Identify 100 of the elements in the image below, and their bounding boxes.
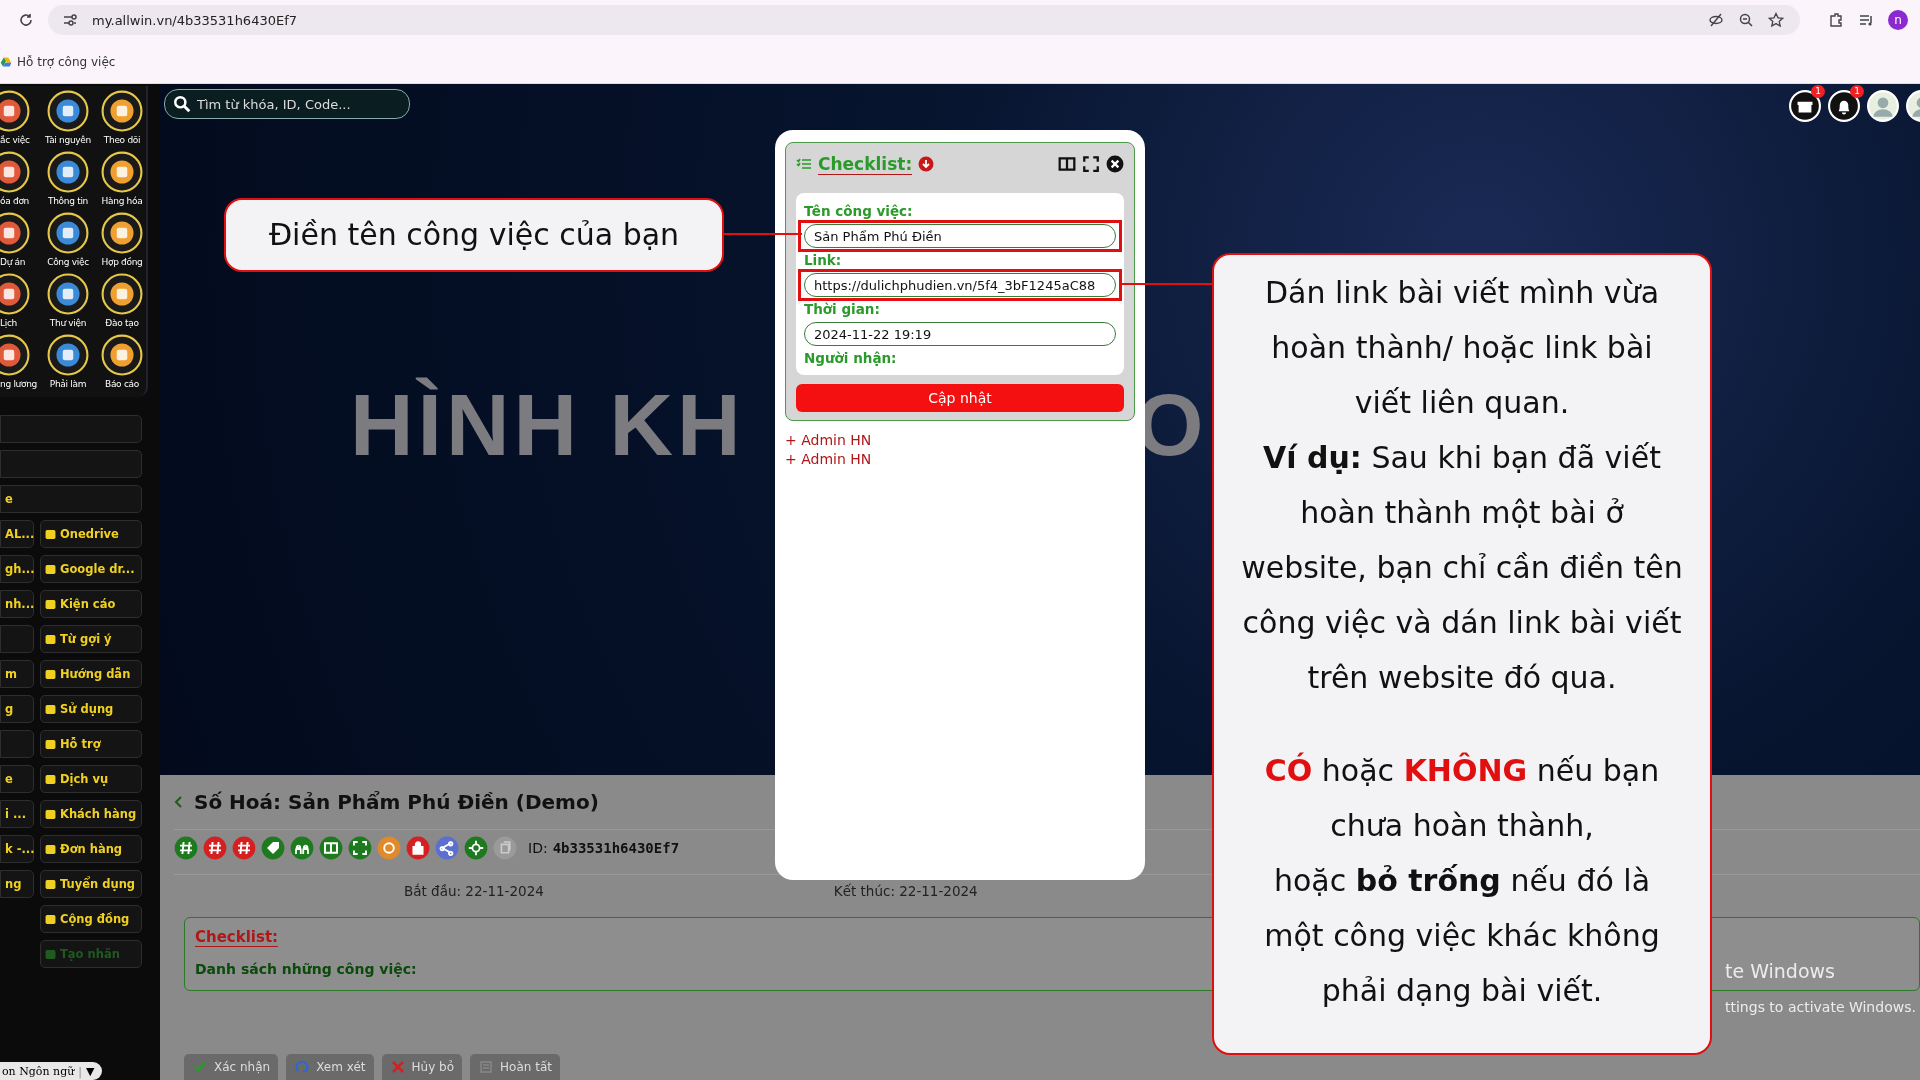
circle-app-icon[interactable] (47, 90, 89, 132)
tag-icon[interactable] (261, 836, 285, 860)
task-id: 4b33531h6430Ef7 (552, 840, 680, 856)
menu-item[interactable]: Sử dụng (40, 695, 142, 723)
input-field[interactable]: https://dulichphudien.vn/5f4_3bF1245aC88 (804, 273, 1116, 297)
circle-app-icon[interactable] (0, 273, 30, 315)
app-label: Thư viện (49, 318, 87, 328)
hash-icon[interactable] (232, 836, 256, 860)
circle-app-icon[interactable] (0, 212, 30, 254)
avatar-icon[interactable] (1867, 90, 1899, 122)
close-icon[interactable] (1106, 155, 1124, 173)
search-field[interactable]: Tìm từ khóa, ID, Code... (164, 89, 410, 119)
activation-notice: ttings to activate Windows. (1725, 999, 1916, 1015)
bookmark-link[interactable]: Hỗ trợ công việc (0, 54, 116, 69)
menu-item[interactable]: e (0, 485, 142, 513)
update-button[interactable]: Cập nhật (796, 384, 1124, 412)
circle-app-icon[interactable] (101, 90, 143, 132)
circle-app-icon[interactable] (47, 273, 89, 315)
circle-app-icon[interactable] (47, 151, 89, 193)
menu-item[interactable]: Tuyển dụng (40, 870, 142, 898)
menu-item[interactable]: e (0, 765, 34, 793)
menu-item[interactable]: gh... (0, 555, 34, 583)
action-button[interactable]: Xác nhận (184, 1054, 279, 1080)
task-title: Số Hoá: Sản Phẩm Phú Điền (Demo) (194, 790, 599, 814)
circle-app-icon[interactable] (101, 151, 143, 193)
square-icon (45, 668, 56, 680)
activation-notice: te Windows (1725, 960, 1835, 982)
menu-item[interactable]: ng (0, 870, 34, 898)
menu-item[interactable]: Kiện cáo (40, 590, 142, 618)
square-icon (45, 808, 56, 820)
columns-icon[interactable] (1058, 155, 1076, 173)
reload-icon[interactable] (18, 12, 34, 28)
expand-icon[interactable] (348, 836, 372, 860)
star-icon[interactable] (1768, 12, 1784, 28)
separator: | (78, 1064, 82, 1078)
input-field[interactable]: 2024-11-22 19:19 (804, 322, 1116, 346)
callout-text: Ví dụ: Sau khi bạn đã viết hoàn thành một bài ở website, bạn chỉ cần điền tên công việc và dán link bài viết trên website đó qua. (1240, 439, 1684, 697)
menu-item[interactable]: Cộng đồng (40, 905, 142, 933)
cross-icon (389, 1059, 406, 1075)
app-label: Công việc (47, 257, 89, 267)
menu-item[interactable]: AL... (0, 520, 34, 548)
recipient-link[interactable]: + Admin HN (785, 432, 872, 448)
end-date: Kết thúc: 22-11-2024 (833, 883, 978, 899)
circle-app-icon[interactable] (101, 334, 143, 376)
circle-app-icon[interactable] (47, 334, 89, 376)
circle-app-icon[interactable] (101, 212, 143, 254)
menu-item[interactable]: Từ gợi ý (40, 625, 142, 653)
menu-item[interactable]: Google dr... (40, 555, 142, 583)
circle-app-icon[interactable] (0, 151, 30, 193)
square-icon (45, 913, 56, 925)
hash-icon[interactable] (203, 836, 227, 860)
menu-item[interactable]: Khách hàng (40, 800, 142, 828)
recipient-link[interactable]: + Admin HN (785, 451, 872, 467)
square-icon (45, 563, 56, 575)
target-icon[interactable] (464, 836, 488, 860)
media-icon[interactable] (1858, 12, 1874, 28)
eye-slash-icon[interactable] (1708, 12, 1724, 28)
menu-item[interactable]: m (0, 660, 34, 688)
extensions-icon[interactable] (1828, 12, 1844, 28)
menu-item[interactable]: i ... (0, 800, 34, 828)
app-label: Báo cáo (105, 379, 139, 389)
square-icon (45, 738, 56, 750)
menu-item[interactable]: Hỗ trợ (40, 730, 142, 758)
action-button[interactable]: Xem xét (286, 1054, 374, 1080)
input-field[interactable]: Sản Phẩm Phú Điền (804, 224, 1116, 248)
circle-app-icon[interactable] (47, 212, 89, 254)
menu-item[interactable]: k -... (0, 835, 34, 863)
profile-avatar[interactable]: n (1888, 10, 1908, 30)
action-button[interactable]: Hoàn tất (470, 1054, 560, 1080)
lock-icon[interactable] (406, 836, 430, 860)
start-date: Bắt đầu: 22-11-2024 (404, 883, 544, 899)
field-label: Người nhận: (804, 350, 898, 367)
action-button[interactable]: Hủy bỏ (381, 1054, 463, 1080)
notification-badge: 1 (1850, 85, 1864, 98)
menu-item[interactable]: Onedrive (40, 520, 142, 548)
address-bar[interactable]: my.allwin.vn/4b33531h6430Ef7 (48, 5, 1800, 35)
menu-item[interactable]: nh... (0, 590, 34, 618)
menu-item[interactable]: g (0, 695, 34, 723)
checklist-subtitle: Danh sách những công việc: (195, 961, 417, 977)
ring-icon[interactable] (377, 836, 401, 860)
people-icon[interactable] (290, 836, 314, 860)
menu-item[interactable]: Hướng dẫn (40, 660, 142, 688)
fullscreen-icon[interactable] (1082, 155, 1100, 173)
url-text: my.allwin.vn/4b33531h6430Ef7 (92, 12, 298, 28)
menu-item[interactable]: Đơn hàng (40, 835, 142, 863)
language-selector[interactable]: on Ngôn ngữ | ▼ (0, 1062, 102, 1080)
app-label: Dự án (0, 257, 26, 267)
zoom-icon[interactable] (1738, 12, 1754, 28)
field-label: Link: (804, 252, 843, 269)
id-label: ID: (528, 840, 548, 856)
menu-item[interactable]: Dịch vụ (40, 765, 142, 793)
hash-icon[interactable] (174, 836, 198, 860)
app-label: ng lương (0, 379, 37, 389)
square-icon (45, 948, 56, 960)
circle-app-icon[interactable] (101, 273, 143, 315)
share-icon[interactable] (435, 836, 459, 860)
search-icon (173, 95, 191, 113)
site-settings-icon[interactable] (62, 12, 78, 28)
circle-app-icon[interactable] (0, 90, 30, 132)
circle-app-icon[interactable] (0, 334, 30, 376)
